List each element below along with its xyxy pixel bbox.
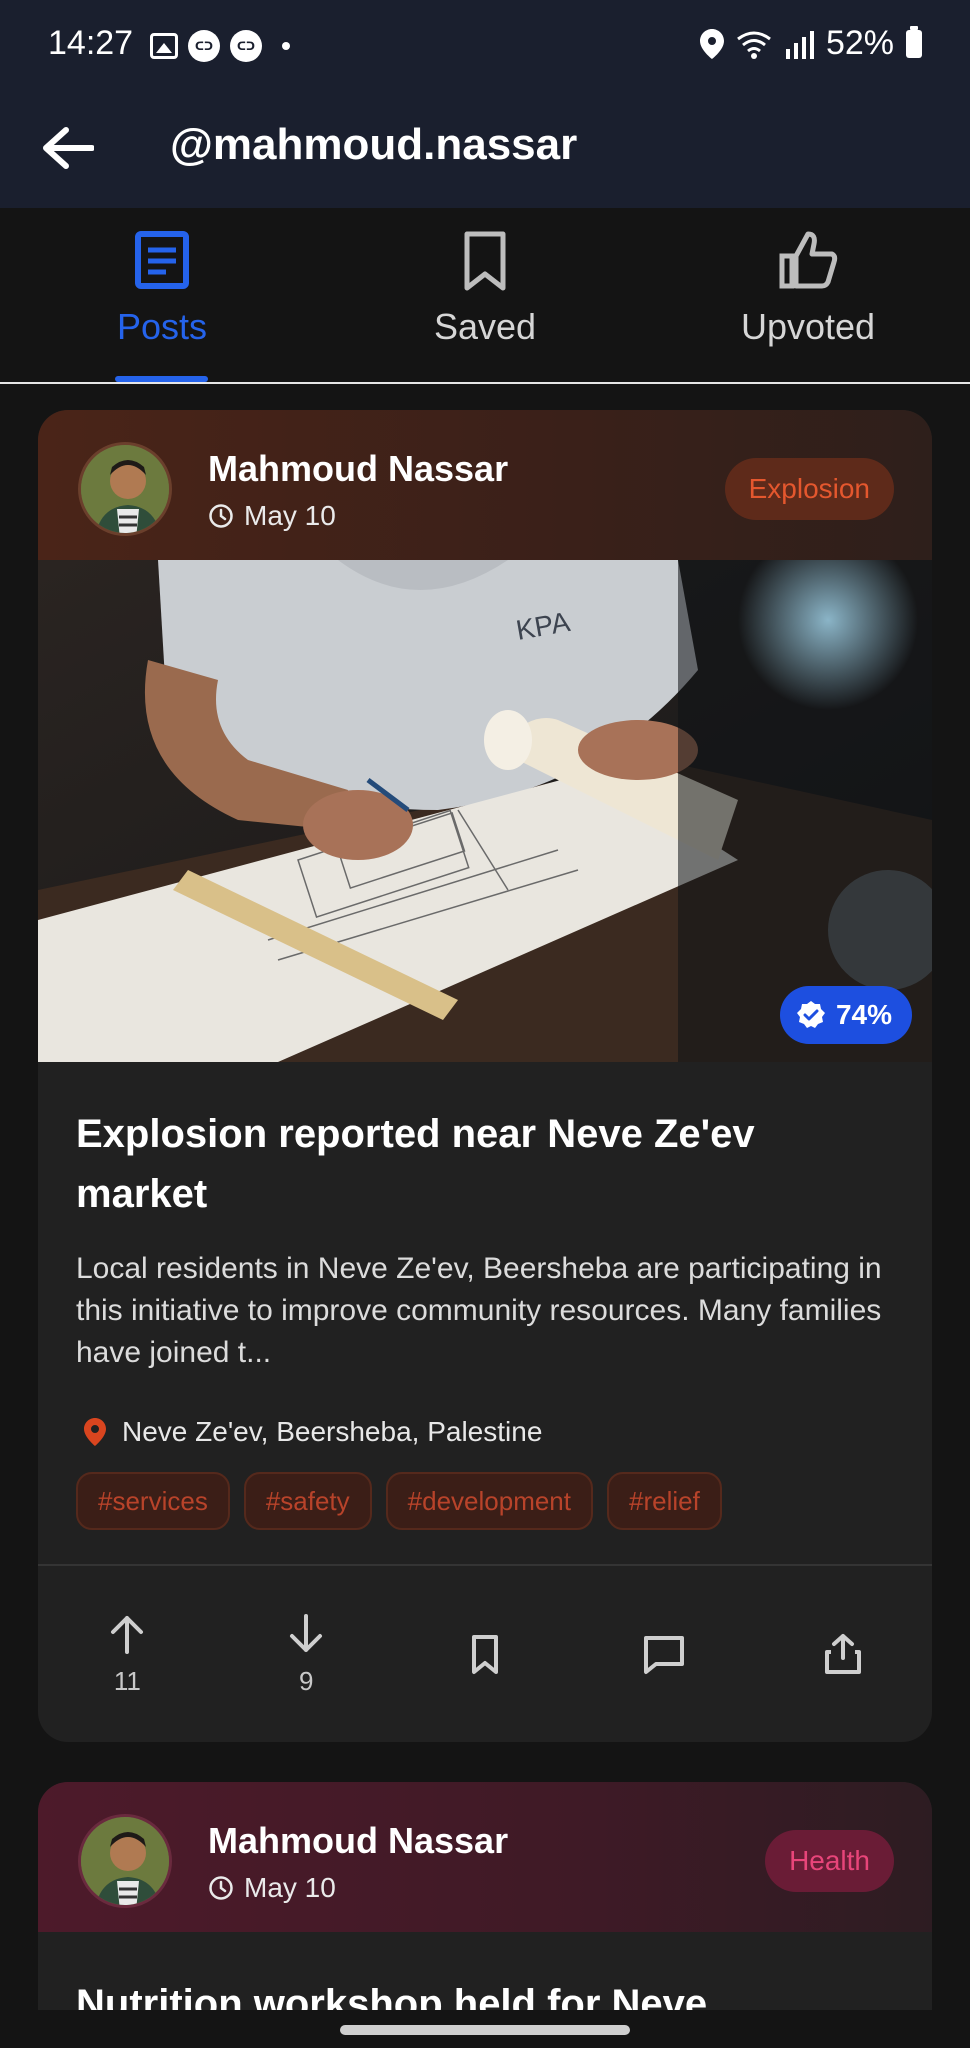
status-time: 14:27 <box>48 24 134 62</box>
category-badge: Explosion <box>724 458 894 520</box>
app-notification-icon: ᑕᑐ <box>230 30 262 62</box>
post-card[interactable]: Mahmoud Nassar May 10 Explosion KPA 74% … <box>38 410 932 1742</box>
post-header: Mahmoud Nassar May 10 Explosion <box>38 410 932 560</box>
post-tags: #services #safety #development #relief <box>76 1472 894 1530</box>
arrow-left-icon <box>43 127 94 169</box>
app-notification-icon: ᑕᑐ <box>188 30 220 62</box>
tag-chip[interactable]: #relief <box>607 1472 722 1530</box>
avatar[interactable] <box>78 442 172 536</box>
tab-posts[interactable]: Posts <box>32 228 292 378</box>
post-description: Local residents in Neve Ze'ev, Beersheba… <box>76 1252 882 1369</box>
avatar[interactable] <box>78 1814 172 1908</box>
upvote-count: 11 <box>113 1665 141 1696</box>
comment-button[interactable] <box>604 1632 724 1676</box>
category-badge: Health <box>765 1830 894 1892</box>
clock-icon <box>209 1876 233 1900</box>
post-card[interactable]: Mahmoud Nassar May 10 Health Nutrition w… <box>38 1782 932 2048</box>
tab-posts-label: Posts <box>116 306 208 347</box>
verification-badge: 74% <box>779 986 912 1044</box>
tab-upvoted[interactable]: Upvoted <box>678 228 938 378</box>
tag-chip[interactable]: #development <box>385 1472 593 1530</box>
post-location-row: Neve Ze'ev, Beersheba, Palestine <box>76 1416 894 1448</box>
bookmark-icon <box>471 1635 498 1674</box>
post-photo: KPA <box>38 560 932 1062</box>
post-title[interactable]: Explosion reported near Neve Ze'ev marke… <box>76 1104 894 1224</box>
signal-icon <box>785 30 814 59</box>
comment-icon <box>643 1636 684 1674</box>
post-date: May 10 <box>244 1872 336 1903</box>
post-header: Mahmoud Nassar May 10 Health <box>38 1782 932 1932</box>
save-button[interactable] <box>425 1632 545 1676</box>
notification-icons: ᑕᑐ ᑕᑐ <box>150 30 290 62</box>
post-image[interactable]: KPA 74% <box>38 560 932 1062</box>
downvote-count: 9 <box>298 1665 314 1696</box>
system-nav-bar <box>0 2010 970 2048</box>
document-icon <box>135 231 189 289</box>
app-bar: @mahmoud.nassar <box>0 90 970 208</box>
share-icon <box>824 1634 861 1674</box>
battery-icon <box>906 25 922 58</box>
verified-check-icon <box>796 1001 825 1028</box>
active-tab-indicator <box>115 376 208 382</box>
post-actions: 11 9 <box>38 1566 932 1742</box>
arrow-up-icon <box>111 1615 144 1654</box>
image-notification-icon <box>150 33 178 59</box>
tab-upvoted-label: Upvoted <box>740 306 876 347</box>
tag-chip[interactable]: #services <box>76 1472 230 1530</box>
tab-saved[interactable]: Saved <box>355 228 615 378</box>
thumbs-up-icon <box>779 231 838 289</box>
verification-percent: 74% <box>835 999 892 1030</box>
battery-percent: 52% <box>825 24 894 62</box>
post-body: Explosion reported near Neve Ze'ev marke… <box>38 1104 932 1530</box>
tag-chip[interactable]: #safety <box>243 1472 372 1530</box>
more-notifications-dot-icon <box>282 42 290 50</box>
clock-icon <box>209 504 233 528</box>
post-date: May 10 <box>244 500 336 531</box>
share-button[interactable] <box>783 1632 903 1676</box>
location-icon <box>699 28 724 59</box>
profile-username-title: @mahmoud.nassar <box>170 120 578 169</box>
wifi-icon <box>737 31 771 59</box>
post-author: Mahmoud Nassar <box>208 1820 509 1861</box>
post-location: Neve Ze'ev, Beersheba, Palestine <box>122 1416 543 1447</box>
bookmark-icon <box>464 231 506 291</box>
post-date-row: May 10 <box>208 500 336 532</box>
tab-saved-label: Saved <box>433 306 537 347</box>
post-date-row: May 10 <box>208 1872 336 1904</box>
arrow-down-icon <box>290 1613 323 1652</box>
downvote-button[interactable]: 9 <box>246 1612 366 1697</box>
location-pin-icon <box>84 1418 106 1446</box>
back-button[interactable] <box>30 110 106 186</box>
upvote-button[interactable]: 11 <box>67 1612 187 1697</box>
status-right: 52% <box>699 24 922 63</box>
status-bar: 14:27 ᑕᑐ ᑕᑐ 52% <box>0 0 970 90</box>
post-author: Mahmoud Nassar <box>208 448 509 489</box>
home-gesture-handle[interactable] <box>340 2025 630 2035</box>
profile-tabs: Posts Saved Upvoted <box>0 208 970 384</box>
